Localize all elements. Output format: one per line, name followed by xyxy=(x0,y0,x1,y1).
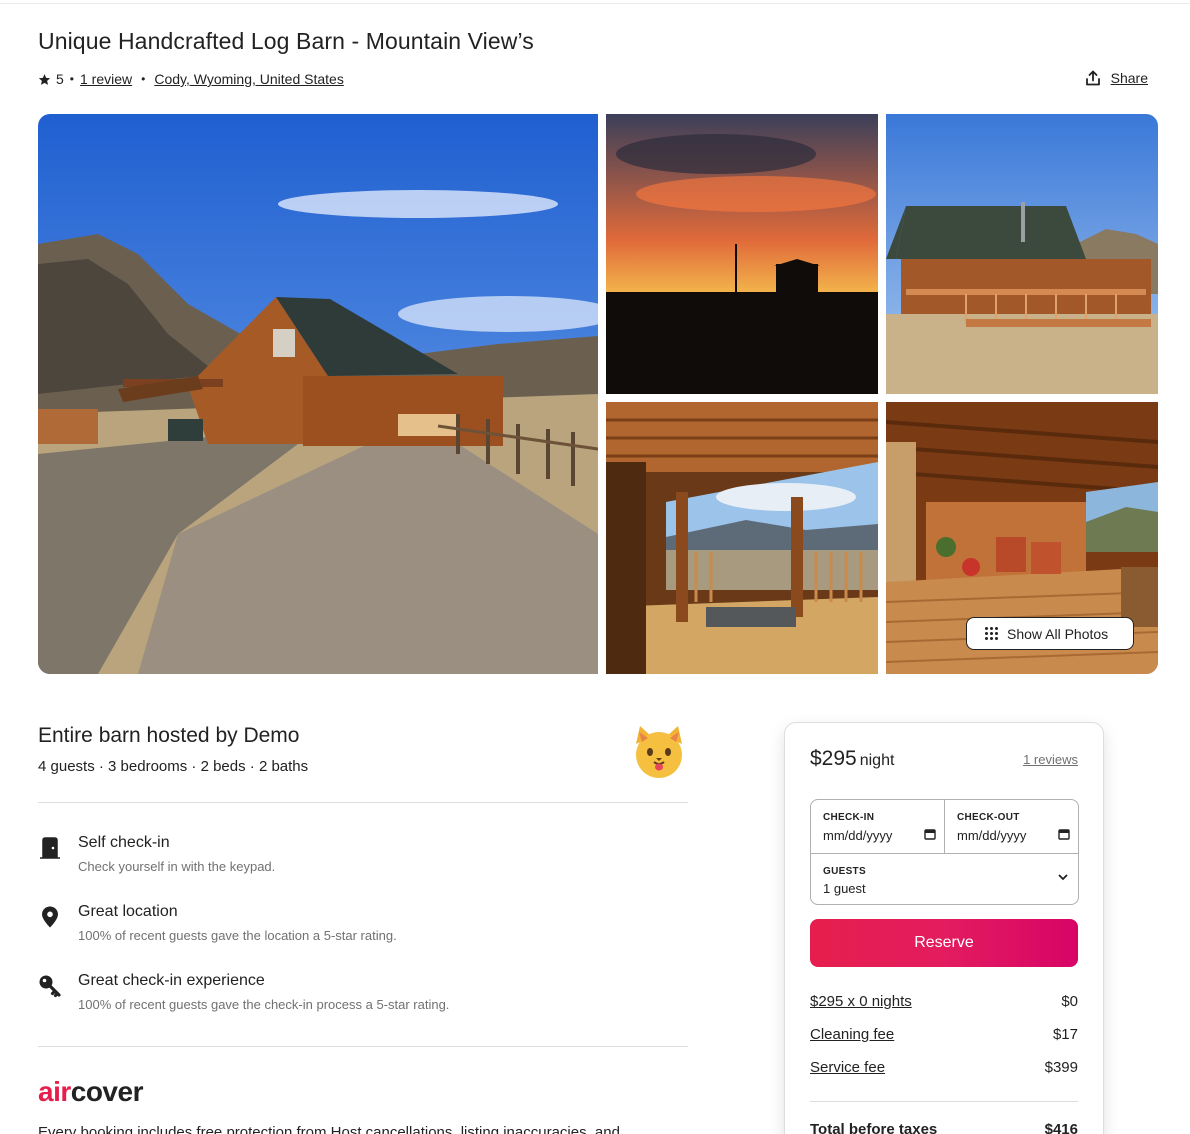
show-all-photos-label: Show All Photos xyxy=(1007,625,1109,642)
share-button[interactable]: Share xyxy=(1085,70,1148,86)
aircover-logo: aircover xyxy=(38,1076,143,1107)
price-line-nights: $295 x 0 nights $0 xyxy=(810,993,1078,1010)
photo-sunset[interactable] xyxy=(606,114,878,394)
photo-gallery xyxy=(38,114,1158,674)
listing-meta: 5 • 1 review • Cody, Wyoming, United Sta… xyxy=(38,70,344,88)
price-line-value: $17 xyxy=(1052,1026,1078,1043)
photo-main[interactable] xyxy=(38,114,598,674)
nightly-price: $295 night xyxy=(810,747,895,770)
total-before-taxes: Total before taxes $416 xyxy=(810,1121,1078,1134)
checkin-input[interactable]: mm/dd/yyyy xyxy=(823,828,892,843)
booking-card: $295 night 1 reviews CHECK-IN mm/dd/yyyy … xyxy=(784,722,1104,1134)
price-line-value: $0 xyxy=(1061,993,1078,1010)
star-icon xyxy=(38,73,51,85)
location-pin-icon xyxy=(42,906,58,928)
show-all-photos-button[interactable]: Show All Photos xyxy=(966,617,1134,650)
checkout-input[interactable]: mm/dd/yyyy xyxy=(957,828,1026,843)
host-avatar[interactable] xyxy=(630,724,688,782)
section-divider xyxy=(38,1046,688,1047)
separator-dot: • xyxy=(141,72,146,86)
share-label: Share xyxy=(1110,70,1148,86)
key-icon xyxy=(39,975,61,998)
feature-title: Self check-in xyxy=(78,834,170,851)
top-border xyxy=(0,3,1190,4)
chevron-down-icon[interactable] xyxy=(1058,873,1068,881)
price-line-label[interactable]: Service fee xyxy=(810,1059,885,1076)
feature-description: 100% of recent guests gave the check-in … xyxy=(78,997,450,1012)
calendar-icon[interactable] xyxy=(1058,828,1070,840)
rating-value: 5 xyxy=(56,71,64,87)
reviews-count-link[interactable]: 1 reviews xyxy=(1023,752,1078,767)
price-line-label[interactable]: $295 x 0 nights xyxy=(810,993,912,1010)
total-label: Total before taxes xyxy=(810,1121,938,1134)
calendar-icon[interactable] xyxy=(924,828,936,840)
feature-description: 100% of recent guests gave the location … xyxy=(78,928,397,943)
feature-title: Great location xyxy=(78,903,178,920)
feature-description: Check yourself in with the keypad. xyxy=(78,859,276,874)
separator-dot: • xyxy=(69,72,74,86)
price-line-value: $399 xyxy=(1044,1059,1078,1076)
host-title: Entire barn hosted by Demo xyxy=(38,724,300,747)
location-link[interactable]: Cody, Wyoming, United States xyxy=(154,71,343,87)
aircover-description: Every booking includes free protection f… xyxy=(38,1124,620,1134)
door-icon xyxy=(40,837,60,859)
price-line-label[interactable]: Cleaning fee xyxy=(810,1026,894,1043)
reviews-link[interactable]: 1 review xyxy=(80,71,132,87)
photo-porch-view[interactable] xyxy=(606,402,878,674)
checkout-label: CHECK-OUT xyxy=(957,812,1020,823)
listing-capacity: 4 guests · 3 bedrooms · 2 beds · 2 baths xyxy=(38,758,309,775)
photo-cabin-porch[interactable] xyxy=(886,114,1158,394)
total-divider xyxy=(810,1101,1078,1102)
date-guest-picker: CHECK-IN mm/dd/yyyy CHECK-OUT mm/dd/yyyy… xyxy=(810,799,1079,905)
guests-select[interactable]: 1 guest xyxy=(823,881,866,896)
share-icon xyxy=(1085,70,1100,86)
guests-label: GUESTS xyxy=(823,866,866,877)
listing-title: Unique Handcrafted Log Barn - Mountain V… xyxy=(38,28,534,54)
total-value: $416 xyxy=(1044,1121,1078,1134)
price-line-service: Service fee $399 xyxy=(810,1059,1078,1076)
reserve-button[interactable]: Reserve xyxy=(810,919,1078,967)
checkin-label: CHECK-IN xyxy=(823,812,875,823)
feature-title: Great check-in experience xyxy=(78,972,265,989)
section-divider xyxy=(38,802,688,803)
price-line-cleaning: Cleaning fee $17 xyxy=(810,1026,1078,1043)
grid-icon xyxy=(985,627,998,640)
